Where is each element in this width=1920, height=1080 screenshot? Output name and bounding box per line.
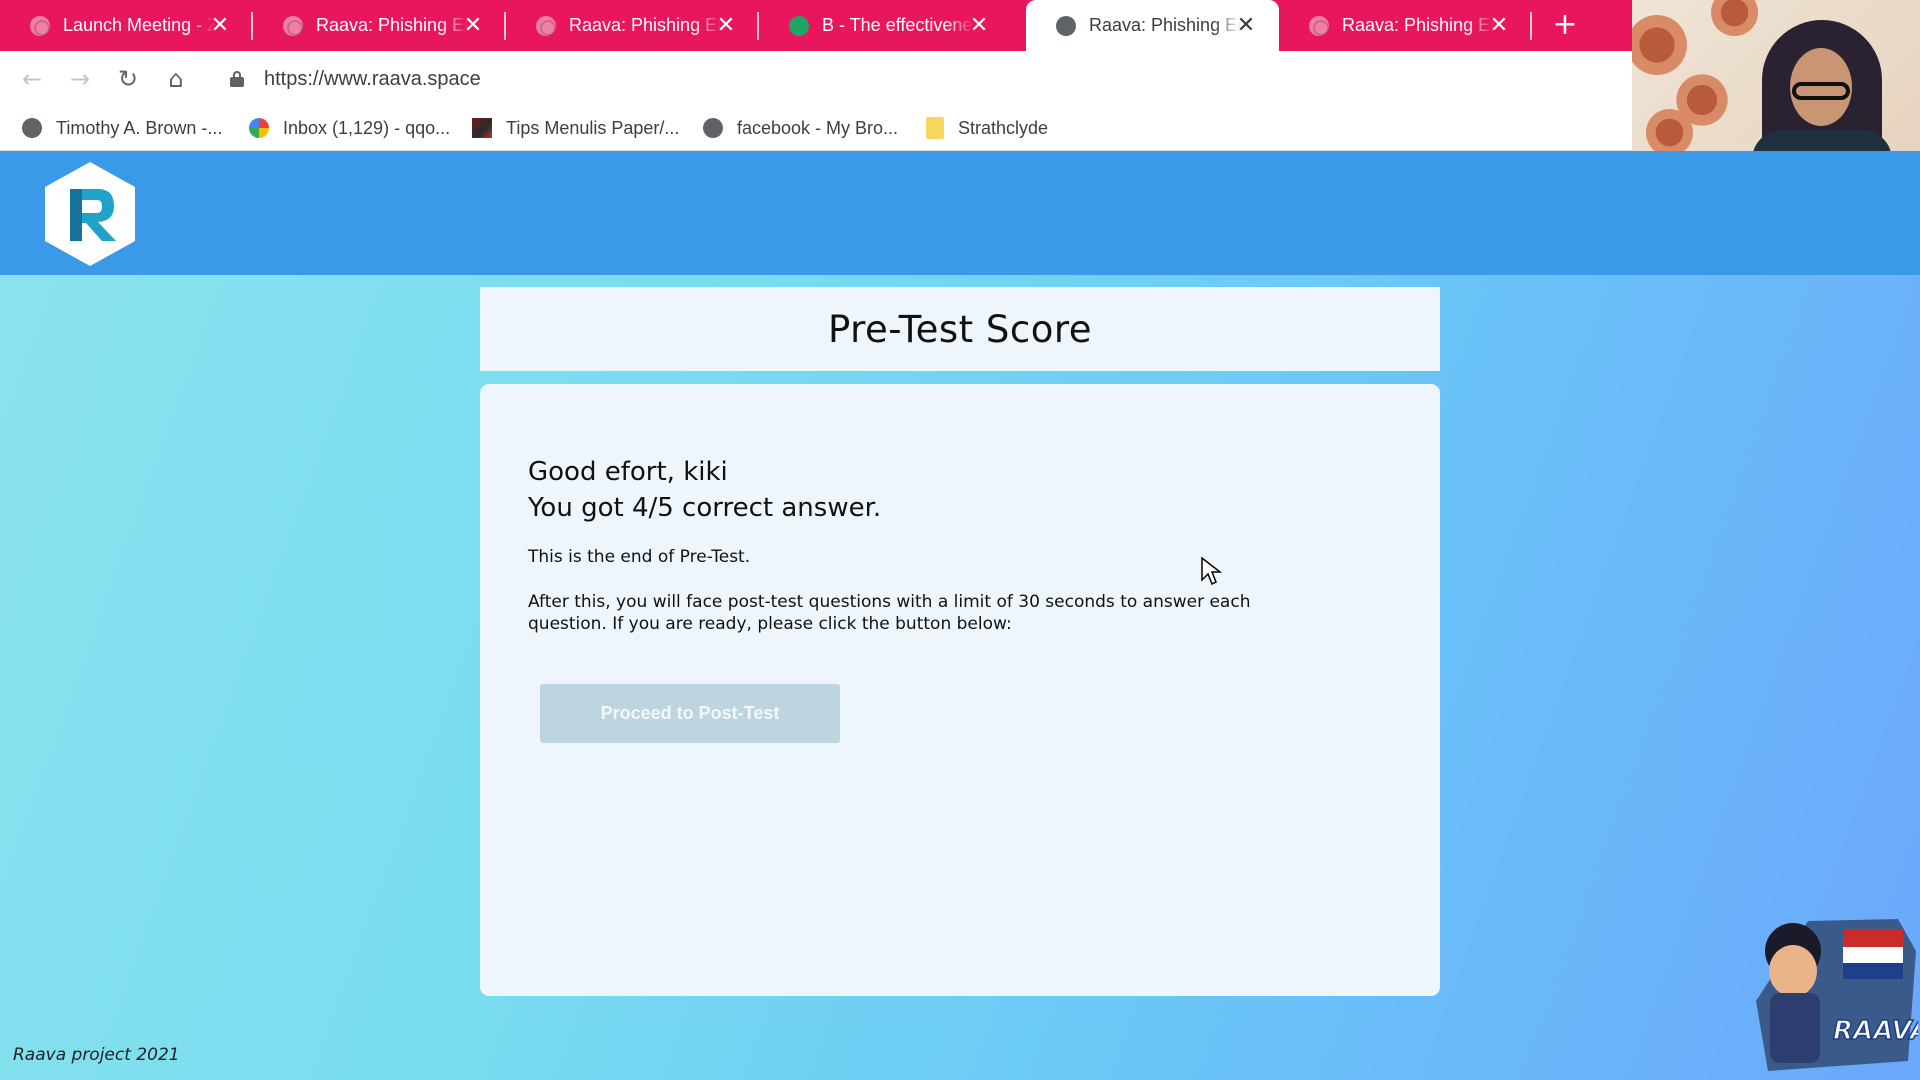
- url-text: https://www.raava.space: [264, 67, 481, 90]
- globe-icon: [536, 15, 556, 36]
- site-header: [0, 151, 1920, 275]
- close-icon[interactable]: ✕: [715, 14, 737, 36]
- tab-title: Raava: Phishing Email: [316, 15, 468, 35]
- score-greeting: Good efort, kiki You got 4/5 correct ans…: [528, 454, 881, 526]
- raava-mascot-badge: RAAVA: [1756, 919, 1918, 1071]
- image-icon: [472, 118, 492, 138]
- end-of-pretest-text: This is the end of Pre-Test.: [528, 547, 751, 567]
- close-icon[interactable]: ✕: [462, 14, 484, 36]
- svg-text:RAAVA: RAAVA: [1833, 1016, 1918, 1046]
- folder-icon: [926, 117, 944, 139]
- tab-title: Raava: Phishing Email: [1089, 15, 1241, 35]
- page-viewport: Pre-Test Score Good efort, kiki You got …: [0, 151, 1920, 1080]
- reload-icon[interactable]: ↻: [112, 63, 144, 95]
- tab-title: Raava: Phishing Email: [1342, 15, 1494, 35]
- bookmarks-bar: Timothy A. Brown -... Inbox (1,129) - qq…: [0, 106, 1632, 151]
- globe-icon: [1056, 15, 1076, 36]
- tab-title: Raava: Phishing Email: [569, 15, 721, 35]
- bookmark-label: Strathclyde: [958, 117, 1049, 138]
- bookmark-timothy-brown[interactable]: Timothy A. Brown -...: [22, 114, 222, 142]
- bookmark-facebook[interactable]: facebook - My Bro...: [703, 114, 898, 142]
- score-line: You got 4/5 correct answer.: [528, 493, 882, 523]
- post-test-instructions: After this, you will face post-test ques…: [528, 592, 1251, 634]
- address-bar[interactable]: https://www.raava.space: [212, 58, 1632, 100]
- score-card: Good efort, kiki You got 4/5 correct ans…: [480, 384, 1440, 996]
- lock-icon: [230, 71, 244, 87]
- bookmark-label: Tips Menulis Paper/...: [506, 117, 680, 138]
- tab-launch-meeting[interactable]: Launch Meeting - Zoom ✕: [0, 0, 253, 51]
- close-icon[interactable]: ✕: [968, 14, 990, 36]
- tab-separator: [1530, 12, 1532, 40]
- globe-icon: [30, 15, 50, 36]
- back-arrow-icon[interactable]: ←: [16, 63, 48, 95]
- proceed-to-post-test-button[interactable]: Proceed to Post-Test: [540, 684, 840, 743]
- close-icon[interactable]: ✕: [1235, 14, 1257, 36]
- title-card: Pre-Test Score: [480, 287, 1440, 371]
- google-icon: [249, 118, 269, 138]
- globe-icon: [1309, 15, 1329, 36]
- cloud-icon: [789, 15, 809, 36]
- tab-bar: Launch Meeting - Zoom ✕ Raava: Phishing …: [0, 0, 1632, 51]
- globe-icon: [703, 118, 723, 138]
- globe-icon: [283, 15, 303, 36]
- tab-raava-1[interactable]: Raava: Phishing Email ✕: [253, 0, 506, 51]
- tab-raava-3[interactable]: Raava: Phishing Email ✕: [1279, 0, 1532, 51]
- close-icon[interactable]: ✕: [1488, 14, 1510, 36]
- home-icon[interactable]: ⌂: [160, 63, 192, 95]
- glasses: [1792, 82, 1850, 100]
- footer-text: Raava project 2021: [13, 1045, 180, 1065]
- tab-raava-active[interactable]: Raava: Phishing Email ✕: [1026, 0, 1279, 51]
- greeting-line: Good efort, kiki: [528, 457, 728, 487]
- bookmark-label: facebook - My Bro...: [737, 117, 899, 138]
- page-title: Pre-Test Score: [827, 307, 1093, 351]
- tab-title: B - The effectiveness: [822, 15, 974, 35]
- bookmark-label: Timothy A. Brown -...: [56, 117, 223, 138]
- mouse-cursor-icon: [1201, 556, 1223, 586]
- tab-title: Launch Meeting - Zoom: [63, 15, 215, 35]
- webcam-overlay: [1632, 0, 1920, 157]
- bookmark-tips-menulis[interactable]: Tips Menulis Paper/...: [472, 114, 679, 142]
- close-icon[interactable]: ✕: [209, 14, 231, 36]
- new-tab-plus-icon[interactable]: +: [1550, 10, 1580, 40]
- browser-toolbar: ← → ↻ ⌂ https://www.raava.space: [0, 51, 1632, 106]
- bookmark-strathclyde[interactable]: Strathclyde: [926, 114, 1048, 142]
- tab-raava-2[interactable]: Raava: Phishing Email ✕: [506, 0, 759, 51]
- raava-logo[interactable]: [40, 159, 140, 269]
- tab-effectiveness[interactable]: B - The effectiveness ✕: [759, 0, 1012, 51]
- bookmark-label: Inbox (1,129) - qqo...: [283, 117, 451, 138]
- bookmark-inbox[interactable]: Inbox (1,129) - qqo...: [249, 114, 450, 142]
- forward-arrow-icon[interactable]: →: [64, 63, 96, 95]
- globe-icon: [22, 118, 42, 138]
